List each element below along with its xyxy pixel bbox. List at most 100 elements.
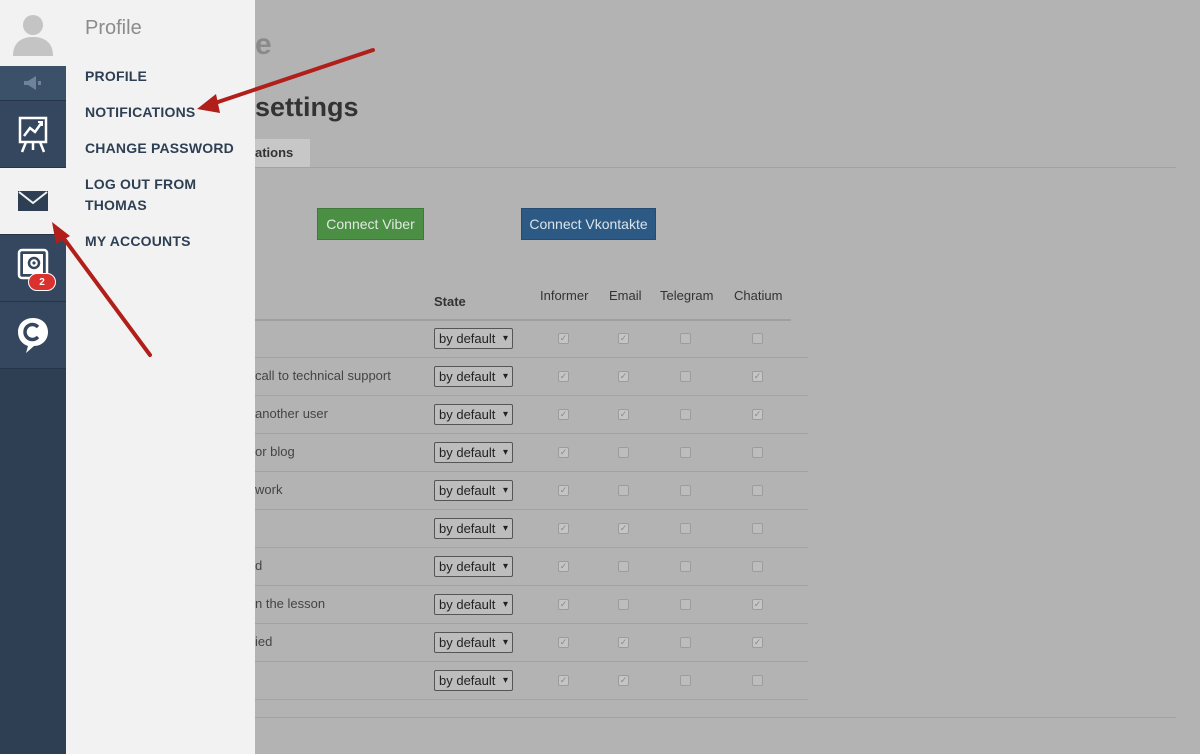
email-checkbox[interactable]: ✓	[618, 409, 629, 420]
chatium-logo-icon	[18, 318, 48, 353]
menu-item-my-accounts[interactable]: MY ACCOUNTS	[85, 231, 250, 252]
menu-item-change-password[interactable]: CHANGE PASSWORD	[85, 138, 250, 159]
connect-vkontakte-button[interactable]: Connect Vkontakte	[521, 208, 656, 240]
email-checkbox[interactable]: ✓	[618, 675, 629, 686]
state-select-value: by default	[439, 483, 496, 498]
state-select-value: by default	[439, 331, 496, 346]
chevron-down-icon: ▾	[502, 637, 508, 648]
notification-type-label: n the lesson	[255, 596, 326, 611]
panel-title: Profile	[85, 17, 142, 39]
table-row: call to technical support by default ▾ ✓ ✓ ✓ ✓	[255, 358, 808, 396]
telegram-checkbox[interactable]: ✓	[680, 523, 691, 534]
telegram-checkbox[interactable]: ✓	[680, 371, 691, 382]
chatium-checkbox[interactable]: ✓	[752, 371, 763, 382]
informer-checkbox[interactable]: ✓	[558, 485, 569, 496]
email-checkbox[interactable]: ✓	[618, 561, 629, 572]
telegram-checkbox[interactable]: ✓	[680, 637, 691, 648]
informer-checkbox[interactable]: ✓	[558, 409, 569, 420]
state-select[interactable]: by default ▾	[434, 366, 513, 387]
informer-checkbox[interactable]: ✓	[558, 371, 569, 382]
email-checkbox[interactable]: ✓	[618, 447, 629, 458]
column-header-state: State	[434, 294, 466, 309]
state-select-value: by default	[439, 597, 496, 612]
menu-item-profile[interactable]: PROFILE	[85, 66, 250, 87]
state-select[interactable]: by default ▾	[434, 556, 513, 577]
column-header-chatium: Chatium	[734, 288, 783, 303]
sidebar-item-settings[interactable]: 2	[0, 235, 66, 302]
state-select[interactable]: by default ▾	[434, 632, 513, 653]
column-header-telegram: Telegram	[660, 288, 714, 303]
chatium-checkbox[interactable]: ✓	[752, 599, 763, 610]
informer-checkbox[interactable]: ✓	[558, 523, 569, 534]
connect-viber-button[interactable]: Connect Viber	[317, 208, 424, 240]
state-select[interactable]: by default ▾	[434, 480, 513, 501]
state-select[interactable]: by default ▾	[434, 328, 513, 349]
notification-type-label: d	[255, 558, 263, 573]
telegram-checkbox[interactable]: ✓	[680, 333, 691, 344]
state-select[interactable]: by default ▾	[434, 442, 513, 463]
email-checkbox[interactable]: ✓	[618, 371, 629, 382]
email-checkbox[interactable]: ✓	[618, 485, 629, 496]
informer-checkbox[interactable]: ✓	[558, 599, 569, 610]
page-title: settings	[255, 92, 359, 122]
chart-board-icon	[18, 116, 48, 153]
chevron-down-icon: ▾	[502, 409, 508, 420]
state-select-value: by default	[439, 445, 496, 460]
menu-item-notifications[interactable]: NOTIFICATIONS	[85, 102, 250, 123]
state-select-value: by default	[439, 635, 496, 650]
chatium-checkbox[interactable]: ✓	[752, 561, 763, 572]
page-heading-partial: e	[255, 28, 272, 61]
telegram-checkbox[interactable]: ✓	[680, 561, 691, 572]
sidebar-item-chatium[interactable]	[0, 302, 66, 369]
envelope-icon	[18, 191, 48, 211]
megaphone-icon	[24, 76, 41, 90]
chevron-down-icon: ▾	[502, 447, 508, 458]
notification-type-label: ied	[255, 634, 273, 649]
sidebar-item-statistics[interactable]	[0, 101, 66, 168]
telegram-checkbox[interactable]: ✓	[680, 599, 691, 610]
state-select[interactable]: by default ▾	[434, 518, 513, 539]
informer-checkbox[interactable]: ✓	[558, 447, 569, 458]
email-checkbox[interactable]: ✓	[618, 333, 629, 344]
table-row: d by default ▾ ✓ ✓ ✓ ✓	[255, 548, 808, 586]
avatar[interactable]	[0, 0, 66, 66]
table-row: by default ▾ ✓ ✓ ✓ ✓	[255, 662, 808, 700]
chatium-checkbox[interactable]: ✓	[752, 485, 763, 496]
app-sidebar: 2	[0, 0, 66, 754]
chatium-checkbox[interactable]: ✓	[752, 409, 763, 420]
informer-checkbox[interactable]: ✓	[558, 637, 569, 648]
section-divider	[255, 717, 1176, 718]
notification-badge: 2	[28, 273, 56, 291]
chatium-checkbox[interactable]: ✓	[752, 637, 763, 648]
informer-checkbox[interactable]: ✓	[558, 561, 569, 572]
state-select[interactable]: by default ▾	[434, 670, 513, 691]
menu-item-log-out[interactable]: LOG OUT FROM THOMAS	[85, 174, 250, 216]
state-select[interactable]: by default ▾	[434, 404, 513, 425]
chevron-down-icon: ▾	[502, 333, 508, 344]
email-checkbox[interactable]: ✓	[618, 523, 629, 534]
telegram-checkbox[interactable]: ✓	[680, 409, 691, 420]
email-checkbox[interactable]: ✓	[618, 599, 629, 610]
chevron-down-icon: ▾	[502, 371, 508, 382]
tab-notifications[interactable]: ations	[255, 139, 310, 167]
table-row: by default ▾ ✓ ✓ ✓ ✓	[255, 510, 808, 548]
telegram-checkbox[interactable]: ✓	[680, 675, 691, 686]
table-row: ied by default ▾ ✓ ✓ ✓ ✓	[255, 624, 808, 662]
telegram-checkbox[interactable]: ✓	[680, 485, 691, 496]
email-checkbox[interactable]: ✓	[618, 637, 629, 648]
state-select[interactable]: by default ▾	[434, 594, 513, 615]
sidebar-item-announcements[interactable]	[0, 66, 66, 101]
chatium-checkbox[interactable]: ✓	[752, 523, 763, 534]
table-row: another user by default ▾ ✓ ✓ ✓ ✓	[255, 396, 808, 434]
chatium-checkbox[interactable]: ✓	[752, 447, 763, 458]
sidebar-item-messages[interactable]	[0, 168, 66, 235]
informer-checkbox[interactable]: ✓	[558, 675, 569, 686]
chevron-down-icon: ▾	[502, 485, 508, 496]
informer-checkbox[interactable]: ✓	[558, 333, 569, 344]
chevron-down-icon: ▾	[502, 675, 508, 686]
main-content: e settings ations Connect Viber Connect …	[255, 0, 1200, 754]
telegram-checkbox[interactable]: ✓	[680, 447, 691, 458]
profile-menu: PROFILE NOTIFICATIONS CHANGE PASSWORD LO…	[85, 66, 250, 267]
chatium-checkbox[interactable]: ✓	[752, 333, 763, 344]
chatium-checkbox[interactable]: ✓	[752, 675, 763, 686]
